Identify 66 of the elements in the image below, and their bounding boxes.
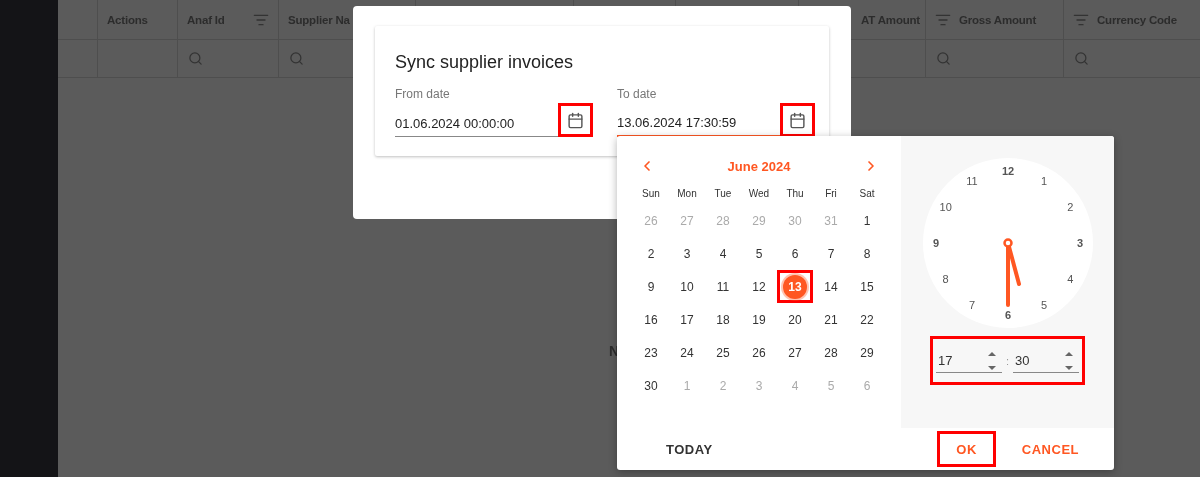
- calendar-day[interactable]: 6: [777, 237, 813, 270]
- calendar-day[interactable]: 17: [669, 303, 705, 336]
- clock-number: 5: [1040, 299, 1047, 312]
- calendar-day[interactable]: 1: [849, 204, 885, 237]
- calendar-day[interactable]: 10: [669, 270, 705, 303]
- calendar-day[interactable]: 5: [741, 237, 777, 270]
- calendar-day[interactable]: 22: [849, 303, 885, 336]
- search-icon[interactable]: [1074, 51, 1089, 66]
- clock-number: 6: [1004, 309, 1011, 321]
- weekday-label: Mon: [676, 186, 698, 201]
- weekday-label: Sat: [858, 186, 876, 201]
- calendar-day[interactable]: 9: [633, 270, 669, 303]
- calendar-day[interactable]: 2: [633, 237, 669, 270]
- calendar-day[interactable]: 14: [813, 270, 849, 303]
- calendar-day[interactable]: 16: [633, 303, 669, 336]
- clock-number: 8: [942, 273, 949, 285]
- weekday-label: Thu: [785, 186, 805, 201]
- field-label: To date: [617, 87, 658, 101]
- clock-number: 4: [1066, 273, 1073, 285]
- field-label: From date: [395, 87, 451, 101]
- calendar-day[interactable]: 28: [813, 336, 849, 369]
- calendar-day[interactable]: 4: [705, 237, 741, 270]
- search-icon[interactable]: [289, 51, 304, 66]
- calendar-day[interactable]: 19: [741, 303, 777, 336]
- calendar-day[interactable]: 25: [705, 336, 741, 369]
- clock-number: 10: [939, 201, 952, 213]
- clock-number: 2: [1066, 201, 1073, 213]
- dialog-title: Sync supplier invoices: [395, 52, 575, 73]
- calendar-day[interactable]: 7: [813, 237, 849, 270]
- calendar-icon: [789, 111, 806, 129]
- calendar-button[interactable]: [558, 103, 593, 137]
- weekday-label: Sun: [641, 186, 661, 201]
- calendar-day[interactable]: 11: [705, 270, 741, 303]
- clock-hands-drawing[interactable]: [1002, 238, 1021, 307]
- calendar-day[interactable]: 30: [633, 369, 669, 402]
- clock-number: 11: [965, 174, 978, 187]
- calendar-day[interactable]: 20: [777, 303, 813, 336]
- date-field[interactable]: 01.06.2024 00:00:00: [395, 108, 558, 137]
- weekday-label: Wed: [747, 186, 771, 201]
- calendar-day[interactable]: 18: [705, 303, 741, 336]
- clock-number: 12: [1001, 165, 1014, 177]
- clock-number: 9: [932, 237, 939, 249]
- weekday-label: Fri: [824, 186, 838, 201]
- clock-number: 1: [1040, 174, 1047, 187]
- calendar-day[interactable]: 29: [849, 336, 885, 369]
- spinner-icon[interactable]: [988, 351, 996, 370]
- month-title: June 2024: [727, 158, 791, 174]
- search-icon[interactable]: [188, 51, 203, 66]
- time-separator: :: [1006, 354, 1010, 367]
- clock-face[interactable]: 12 1 2 3 4 5 6 7 8 9 10 11: [921, 157, 1094, 329]
- calendar-day[interactable]: 27: [777, 336, 813, 369]
- calendar-day[interactable]: 8: [849, 237, 885, 270]
- calendar-day[interactable]: 12: [741, 270, 777, 303]
- calendar-day[interactable]: 24: [669, 336, 705, 369]
- calendar-day[interactable]: 21: [813, 303, 849, 336]
- clock-number: 3: [1076, 237, 1083, 249]
- calendar-day[interactable]: 23: [633, 336, 669, 369]
- calendar-day[interactable]: 3: [669, 237, 705, 270]
- search-icon[interactable]: [936, 51, 951, 66]
- weekday-label: Tue: [713, 186, 733, 201]
- spinner-icon[interactable]: [1065, 351, 1074, 370]
- calendar-day[interactable]: 26: [741, 336, 777, 369]
- clock-number: 7: [968, 299, 975, 312]
- calendar-icon: [567, 111, 584, 129]
- dialog-button[interactable]: TODAY: [650, 431, 729, 467]
- calendar-day[interactable]: 15: [849, 270, 885, 303]
